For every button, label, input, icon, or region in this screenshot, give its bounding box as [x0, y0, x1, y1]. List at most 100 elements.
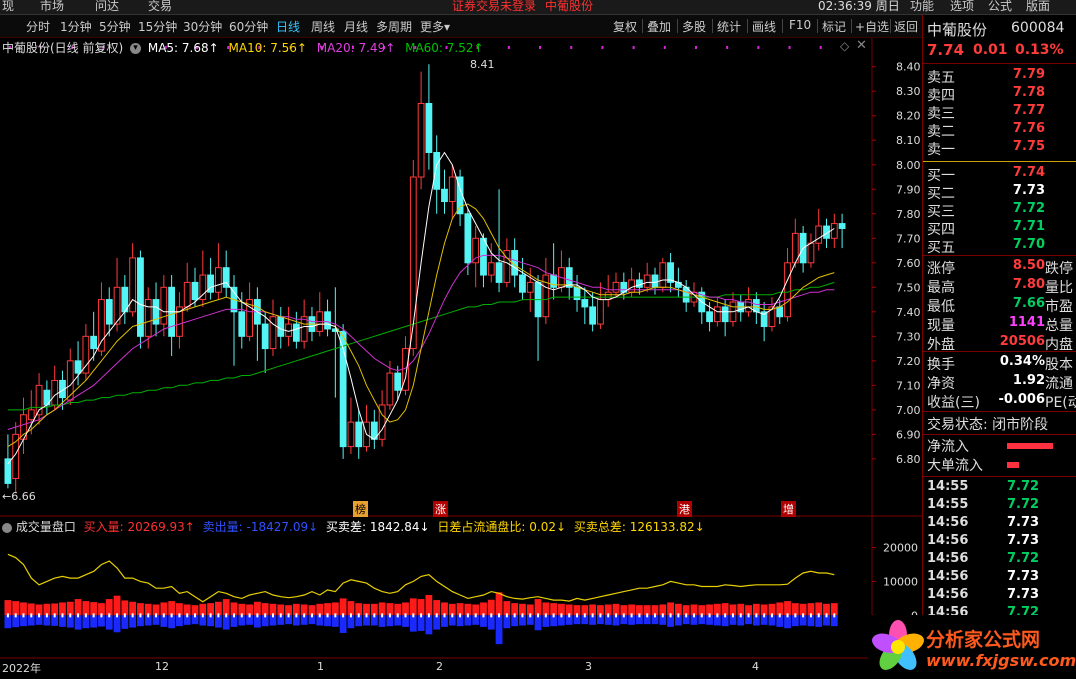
ask-level-value: 7.76 — [1012, 121, 1045, 136]
back-button[interactable]: 返回 — [894, 18, 918, 35]
event-marker-hk[interactable]: 港 — [677, 501, 692, 517]
chevron-down-icon[interactable]: ▾ — [130, 43, 142, 54]
event-marker-limitup[interactable]: 涨 — [433, 501, 448, 517]
statistics-button[interactable]: 统计 — [717, 18, 741, 35]
divider — [923, 351, 1076, 352]
diff-marker — [653, 613, 656, 618]
fuquan-button[interactable]: 复权 — [613, 18, 637, 35]
indicator-menu-icon[interactable] — [2, 522, 12, 533]
close-icon[interactable]: ✕ — [856, 38, 867, 53]
menu-item-trade[interactable]: 交易 — [148, 0, 172, 14]
multistock-button[interactable]: 多股 — [682, 18, 706, 35]
x-label-3: 3 — [585, 660, 592, 673]
mark-button[interactable]: 标记 — [822, 18, 846, 35]
login-notice[interactable]: 证券交易未登录 — [452, 0, 536, 14]
stat-row-value: 7.66 — [1012, 296, 1045, 311]
tab-5min[interactable]: 5分钟 — [99, 18, 131, 35]
tab-60min[interactable]: 60分钟 — [229, 18, 268, 35]
diff-marker — [537, 613, 540, 618]
diff-marker — [209, 613, 212, 618]
tab-timeshare[interactable]: 分时 — [26, 18, 50, 35]
settings-diamond-icon[interactable]: ◇ — [840, 39, 849, 53]
signal-dot — [757, 46, 760, 49]
volume-bars — [4, 553, 838, 645]
tab-monthly[interactable]: 月线 — [344, 18, 368, 35]
candle-body — [565, 267, 573, 288]
stat-row-right-label: 跌停 — [1045, 261, 1073, 277]
tick-price: 7.72 — [1007, 479, 1040, 494]
stat-row: 换手 0.34% 股本 — [927, 354, 1076, 373]
diff-marker — [583, 613, 586, 618]
menu-item-options[interactable]: 选项 — [950, 0, 974, 14]
bid-level: 买五 7.70 — [927, 237, 1076, 256]
diff-marker — [131, 613, 134, 618]
buy-volume-bar — [487, 599, 495, 616]
diff-marker — [264, 613, 267, 618]
diff-marker — [560, 613, 563, 618]
diff-marker — [295, 613, 298, 618]
drawline-button[interactable]: 画线 — [752, 18, 776, 35]
f10-button[interactable]: F10 — [789, 18, 811, 32]
diff-marker — [69, 613, 72, 618]
tick-price: 7.73 — [1007, 533, 1040, 548]
event-marker-increase[interactable]: 增 — [781, 501, 796, 517]
buy-volume-bar — [409, 598, 417, 616]
stat-row-label: 最高 — [927, 280, 955, 296]
buy-volume-bar — [534, 599, 542, 616]
event-marker-rank[interactable]: 榜 — [353, 501, 368, 517]
candle-body — [706, 311, 713, 323]
diff-marker — [326, 613, 329, 618]
diff-marker — [770, 613, 773, 618]
candle-body — [144, 299, 152, 337]
y-tick-label: 7.30 — [896, 330, 921, 343]
candle-body — [480, 237, 487, 276]
menu-item-formula[interactable]: 公式 — [988, 0, 1012, 14]
indicator-title[interactable]: 成交量盘口 — [16, 520, 76, 534]
candle-body — [261, 323, 269, 350]
candle-body — [550, 274, 558, 288]
menu-item-wenda[interactable]: 问达 — [95, 0, 119, 14]
candle-body — [659, 262, 667, 288]
toolbar-divider — [782, 19, 783, 33]
menu-item-layout[interactable]: 版面 — [1026, 0, 1050, 14]
ma20-label: MA20: 7.49↑ — [316, 41, 396, 55]
tab-multiperiod[interactable]: 多周期 — [376, 18, 412, 35]
menu-item-function[interactable]: 功能 — [910, 0, 934, 14]
diff-marker — [303, 613, 306, 618]
tab-15min[interactable]: 15分钟 — [138, 18, 177, 35]
y-tick-label: 7.40 — [896, 306, 921, 319]
candle-body — [784, 262, 791, 318]
stat-row-label: 收益(三) — [927, 395, 980, 411]
signal-dot — [507, 46, 510, 49]
diff-marker — [22, 613, 25, 618]
stock-name: 中葡股份 — [927, 21, 988, 39]
menu-item-market[interactable]: 市场 — [40, 0, 64, 14]
stat-row-right-label: PE(动) — [1045, 395, 1076, 411]
buy-volume-bar — [121, 600, 129, 616]
menu-item-sys[interactable]: 现 — [2, 0, 14, 14]
candle-body — [573, 286, 581, 301]
candle-body — [597, 299, 604, 325]
candle-body — [66, 360, 74, 401]
sell-volume-bar — [339, 615, 347, 633]
diff-marker — [170, 613, 173, 618]
overlay-button[interactable]: 叠加 — [647, 18, 671, 35]
tab-30min[interactable]: 30分钟 — [183, 18, 222, 35]
diff-marker — [685, 613, 688, 618]
tick-row: 14:56 7.73 — [927, 587, 1076, 605]
candle-body — [98, 299, 105, 352]
stat-row-value: -0.006 — [998, 392, 1045, 407]
kline-chart-svg[interactable]: 8.40 8.30 8.20 8.10 8.00 7.90 7.80 7.70 7.60 7.50… — [0, 38, 922, 679]
tab-daily[interactable]: 日线 — [276, 18, 300, 35]
tab-1min[interactable]: 1分钟 — [60, 18, 92, 35]
candle-body — [425, 102, 433, 153]
tab-more[interactable]: 更多▾ — [420, 18, 450, 35]
chart-area[interactable]: 8.40 8.30 8.20 8.10 8.00 7.90 7.80 7.70 7.60 7.50… — [0, 38, 922, 679]
diff-marker — [825, 613, 828, 618]
diff-marker — [646, 613, 649, 618]
tab-weekly[interactable]: 周线 — [311, 18, 335, 35]
diff-marker — [365, 613, 368, 618]
diff-marker — [139, 613, 142, 618]
add-watchlist-button[interactable]: +自选 — [855, 18, 889, 35]
candle-body — [394, 372, 402, 391]
